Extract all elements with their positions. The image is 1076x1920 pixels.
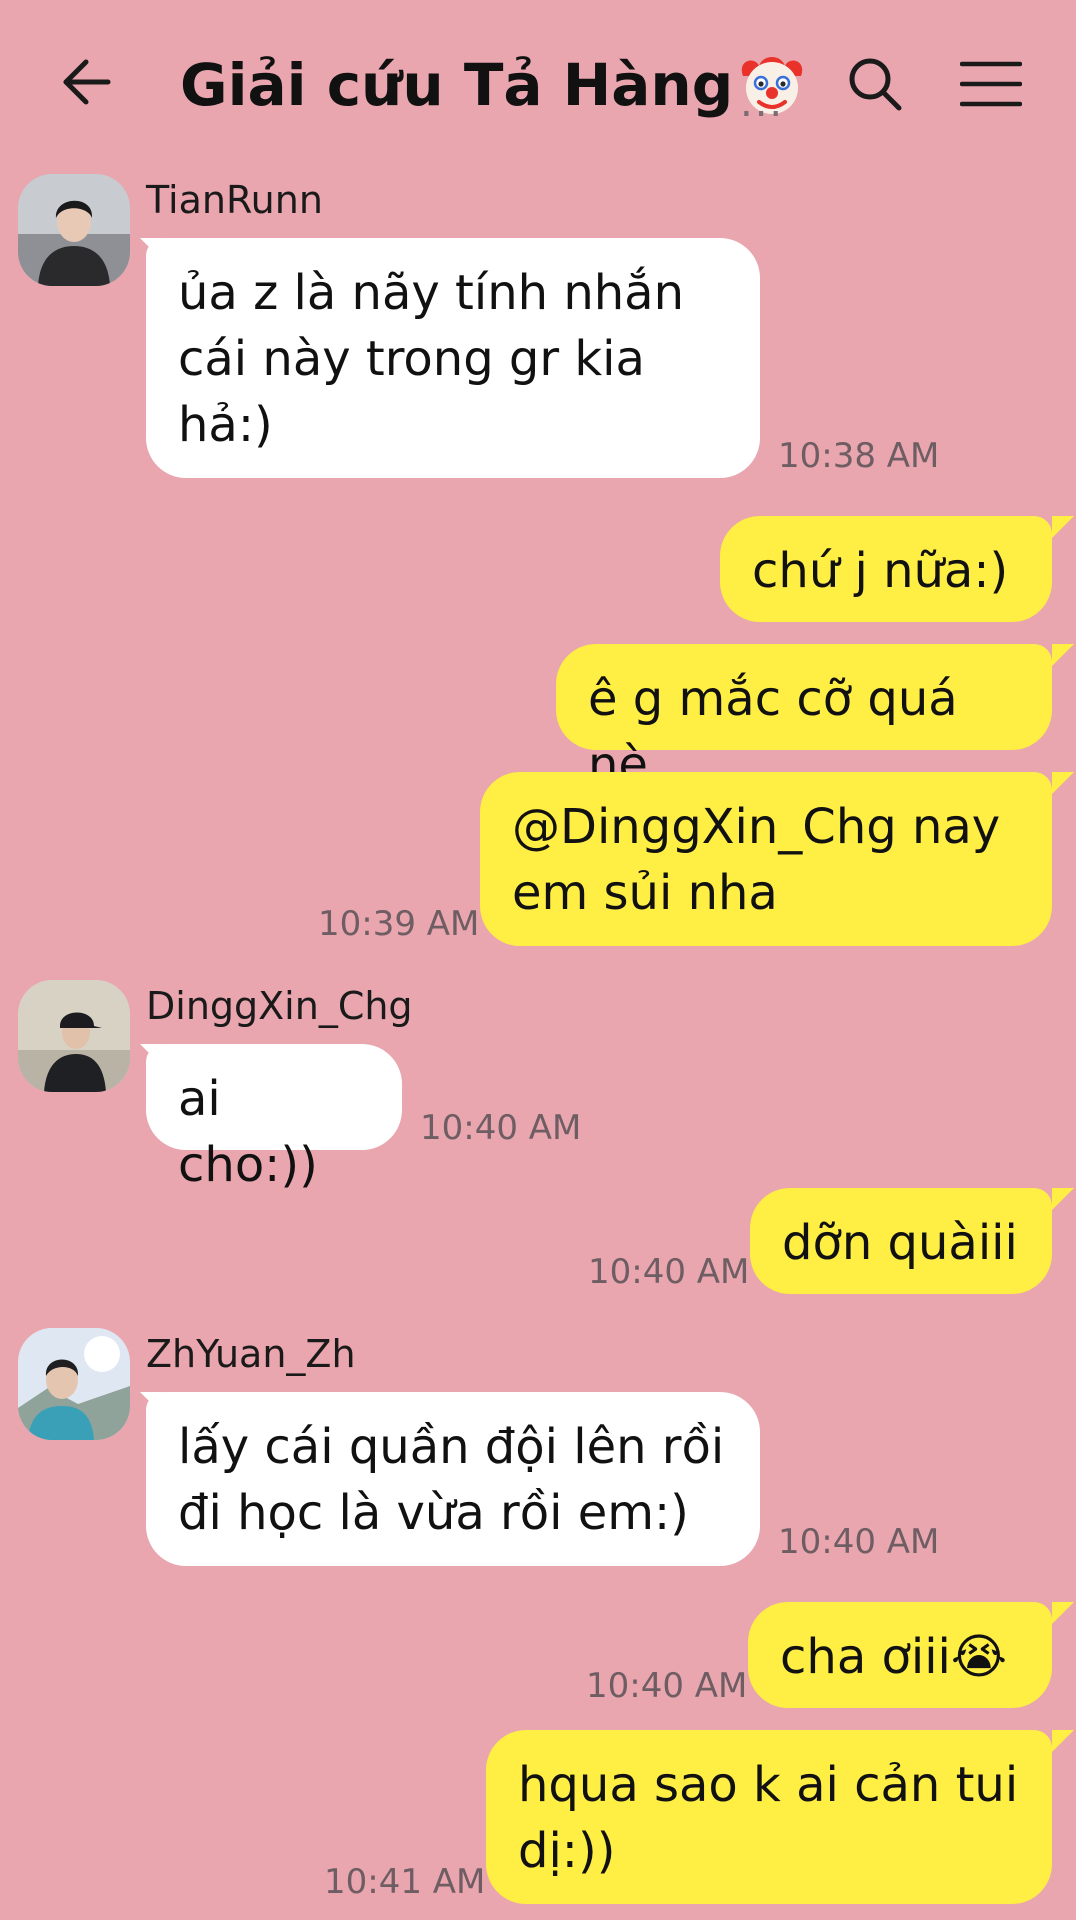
menu-icon — [959, 61, 1023, 107]
profile-photo — [18, 980, 130, 1092]
bubble-tail — [1052, 1602, 1074, 1624]
message-bubble[interactable]: ai cho:)) — [146, 1044, 402, 1193]
back-button[interactable] — [56, 52, 116, 112]
search-icon — [849, 58, 902, 111]
menu-button[interactable] — [959, 60, 1023, 108]
message-bubble[interactable]: dỡn quàiii — [750, 1188, 1052, 1294]
bubble-tail — [1052, 1188, 1074, 1210]
chat-title: Giải cứu Tả Hàng — [180, 51, 734, 119]
message-bubble[interactable]: @DinggXin_Chg nay em sủi nha — [480, 772, 1052, 946]
message-time: 10:40 AM — [778, 1522, 940, 1562]
avatar-zhyuan-zh[interactable] — [18, 1328, 130, 1440]
profile-photo — [18, 1328, 130, 1440]
bubble-tail — [1052, 516, 1074, 538]
message-bubble[interactable]: cha ơiii😭 — [748, 1602, 1052, 1708]
chat-header: Giải cứu Tả Hàng ... — [0, 0, 1076, 170]
message-bubble[interactable]: ủa z là nãy tính nhắn cái này trong gr k… — [146, 238, 760, 478]
message-bubble[interactable]: hqua sao k ai cản tui dị:)) — [486, 1730, 1052, 1904]
chat-title-area[interactable]: Giải cứu Tả Hàng — [180, 40, 807, 130]
avatar-dinggxin-chg[interactable] — [18, 980, 130, 1092]
bubble-tail — [1052, 644, 1074, 666]
search-button[interactable] — [845, 54, 905, 114]
profile-photo — [18, 174, 130, 286]
message-time: 10:38 AM — [778, 436, 940, 476]
message-bubble[interactable]: ê g mắc cỡ quá nè — [556, 644, 1052, 793]
message-time: 10:39 AM — [318, 904, 480, 944]
back-arrow-icon — [63, 59, 111, 105]
sender-name: ZhYuan_Zh — [146, 1332, 356, 1376]
message-bubble[interactable]: lấy cái quần đội lên rồi đi học là vừa r… — [146, 1392, 760, 1566]
message-time: 10:41 AM — [324, 1862, 486, 1902]
message-time: 10:40 AM — [420, 1108, 582, 1148]
bubble-tail — [1052, 1730, 1074, 1752]
avatar-tianrunn[interactable] — [18, 174, 130, 286]
message-time: 10:40 AM — [586, 1666, 748, 1706]
sender-name: DinggXin_Chg — [146, 984, 413, 1028]
title-overflow-dots: ... — [740, 80, 785, 126]
sender-name: TianRunn — [146, 178, 323, 222]
message-bubble[interactable]: chứ j nữa:) — [720, 516, 1052, 622]
bubble-tail — [1052, 772, 1074, 794]
message-time: 10:40 AM — [588, 1252, 750, 1292]
